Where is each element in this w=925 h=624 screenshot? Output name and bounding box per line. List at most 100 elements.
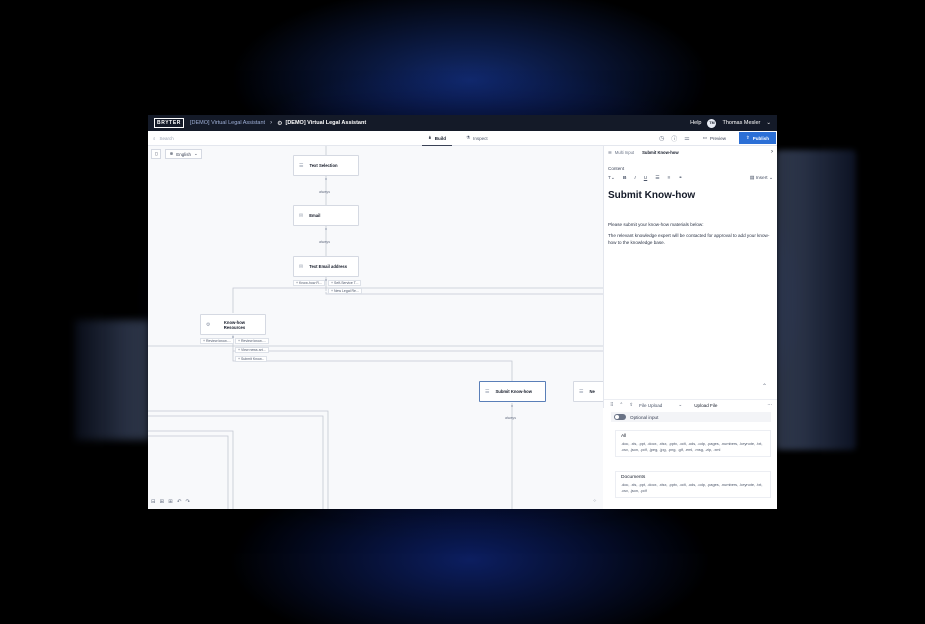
- preview-icon: ▭: [702, 135, 707, 140]
- breadcrumb-current[interactable]: [DEMO] Virtual Legal Assistant: [285, 120, 366, 126]
- minimap-icon[interactable]: ⁘: [593, 498, 597, 504]
- panel-icon: ▯: [155, 151, 158, 156]
- tab-build[interactable]: ⋔ Build: [421, 131, 453, 147]
- optional-input-toggle[interactable]: [614, 414, 626, 420]
- optional-input-label: Optional input: [630, 414, 659, 420]
- content-paragraph-1[interactable]: Please submit your know-how materials be…: [604, 221, 777, 229]
- component-type: File Upload: [639, 402, 663, 408]
- insert-dropdown[interactable]: ▤ Insert ⌄: [750, 176, 773, 181]
- bold-icon[interactable]: B: [623, 176, 626, 181]
- search-box[interactable]: ⌕ Search: [148, 136, 368, 141]
- envelope-icon: ✉: [299, 263, 304, 270]
- chevron-up-icon[interactable]: ⌃: [762, 383, 767, 390]
- tab-inspect-label: Inspect: [473, 135, 488, 141]
- edge-label: always: [319, 240, 330, 244]
- gear-icon: ⚙: [206, 321, 211, 328]
- panel-breadcrumb-parent[interactable]: Multi Input: [615, 150, 634, 155]
- toolbar: ⌕ Search ⋔ Build ⚗ Inspect ◷ ⓘ ⚌ ▭ Previ…: [148, 131, 777, 147]
- ghost-window-left: [75, 320, 150, 440]
- editor-toolbar: T⌄ B I U ☰ ≡ ⚭ ▤ Insert ⌄: [604, 176, 777, 181]
- branch-pill[interactable]: + Review know-...: [200, 338, 234, 344]
- node-submit-know-how[interactable]: ☰ Submit Know-how: [479, 381, 546, 402]
- search-input[interactable]: Search: [160, 136, 174, 141]
- info-icon[interactable]: ⓘ: [671, 134, 677, 143]
- filetype-list: .doc, .xls, .ppt, .docx, .xlsx, .pptx, .…: [621, 482, 763, 493]
- build-icon: ⋔: [428, 135, 432, 140]
- text-style-icon[interactable]: T⌄: [608, 176, 615, 181]
- collapse-icon[interactable]: ›: [771, 149, 773, 155]
- tab-build-label: Build: [434, 135, 447, 141]
- user-name[interactable]: Thomas Mesler: [722, 120, 760, 126]
- content-paragraph-2[interactable]: The relevant knowledge expert will be co…: [604, 232, 777, 247]
- content-heading[interactable]: Submit Know-how: [604, 190, 777, 201]
- globe-icon: ⊕: [169, 151, 174, 156]
- node-email[interactable]: ✉ Email: [293, 205, 359, 226]
- help-link[interactable]: Help: [690, 120, 701, 126]
- edge-label: always: [319, 190, 330, 194]
- language-value: English: [176, 151, 192, 157]
- flow-canvas[interactable]: ▯ ⊕ English ⌄ ☰ Text Selection always ✉ …: [148, 146, 613, 509]
- right-vignette: [870, 0, 925, 624]
- zoom-fit-icon[interactable]: ⊟: [151, 499, 156, 505]
- list-icon: ☰: [579, 388, 584, 395]
- chevron-right-icon: ›: [270, 120, 273, 126]
- filetype-card-documents[interactable]: Documents .doc, .xls, .ppt, .docx, .xlsx…: [615, 471, 771, 498]
- top-bar: BRYTER [DEMO] Virtual Legal Assistant › …: [148, 115, 777, 131]
- undo-icon[interactable]: ↶: [177, 499, 182, 505]
- preview-button[interactable]: ▭ Preview: [697, 135, 732, 141]
- branch-pill[interactable]: + New Legal Re...: [328, 288, 362, 294]
- branch-pill[interactable]: + Self-Service T...: [328, 280, 362, 286]
- left-vignette: [0, 0, 55, 624]
- link-icon[interactable]: ⚭: [678, 176, 682, 181]
- branch-pill[interactable]: + View news art...: [235, 347, 269, 353]
- redo-icon[interactable]: ↷: [185, 499, 190, 505]
- edge-label: always: [505, 416, 516, 420]
- node-label: Know-how Resources: [223, 319, 246, 330]
- search-icon: ⌕: [153, 135, 156, 141]
- node-text-email[interactable]: ✉ Text Email address: [293, 256, 359, 277]
- node-label: Text Selection: [309, 163, 338, 168]
- canvas-bottom-controls: ⊟ ⊞ ⊞ ↶ ↷: [151, 499, 190, 505]
- breadcrumb-module[interactable]: [DEMO] Virtual Legal Assistant: [190, 120, 265, 126]
- insert-label: Insert: [755, 176, 768, 181]
- panel-header: ☰ Multi Input Submit Know-how ›: [604, 146, 777, 158]
- bullet-list-icon[interactable]: ☰: [655, 176, 659, 181]
- list-icon: ☰: [608, 149, 612, 155]
- publish-button[interactable]: ⇪ Publish: [738, 132, 776, 144]
- ghost-window-right: [776, 150, 856, 450]
- node-label: Text Email address: [309, 264, 348, 269]
- node-know-how[interactable]: ⚙ Know-how Resources: [200, 314, 266, 335]
- grid-icon[interactable]: ⊞: [160, 499, 165, 505]
- panel-lower: Optional input All .doc, .xls, .ppt, .do…: [603, 408, 777, 509]
- component-name-input[interactable]: Upload File: [694, 403, 717, 408]
- sidebar-toggle-button[interactable]: ▯: [151, 149, 162, 159]
- insert-icon: ▤: [749, 176, 755, 181]
- branch-pill[interactable]: + Review know-...: [235, 338, 269, 344]
- gear-icon: ⚙: [277, 120, 283, 127]
- chevron-down-icon: ⌄: [194, 151, 198, 156]
- avatar[interactable]: TM: [707, 118, 717, 128]
- branch-pill[interactable]: + Know-how R...: [293, 280, 325, 286]
- filetype-title: Documents: [621, 475, 646, 480]
- preview-label: Preview: [709, 135, 726, 141]
- branch-pill[interactable]: + Submit Know...: [235, 356, 268, 362]
- underline-icon[interactable]: U: [644, 176, 647, 181]
- chevron-down-icon[interactable]: ⌄: [766, 120, 771, 126]
- add-icon[interactable]: ⊞: [168, 499, 173, 505]
- tab-inspect[interactable]: ⚗ Inspect: [466, 131, 488, 146]
- mode-tabs: ⋔ Build ⚗ Inspect: [421, 131, 488, 147]
- node-text-selection[interactable]: ☰ Text Selection: [293, 155, 359, 176]
- numbered-list-icon[interactable]: ≡: [668, 176, 671, 181]
- bryter-logo[interactable]: BRYTER: [154, 118, 184, 128]
- optional-input-row: Optional input: [611, 412, 771, 422]
- panel-breadcrumb-current: Submit Know-how: [642, 149, 679, 155]
- node-label: Ne: [589, 389, 595, 394]
- filetype-card-all[interactable]: All .doc, .xls, .ppt, .docx, .xlsx, .ppt…: [615, 430, 771, 457]
- sliders-icon[interactable]: ⚌: [684, 135, 689, 142]
- language-select[interactable]: ⊕ English ⌄: [165, 149, 202, 159]
- list-icon: ☰: [485, 388, 490, 395]
- italic-icon[interactable]: I: [634, 176, 635, 181]
- top-right-controls: Help TM Thomas Mesler ⌄: [690, 118, 771, 128]
- filetype-title: All: [621, 434, 627, 439]
- history-icon[interactable]: ◷: [659, 135, 664, 142]
